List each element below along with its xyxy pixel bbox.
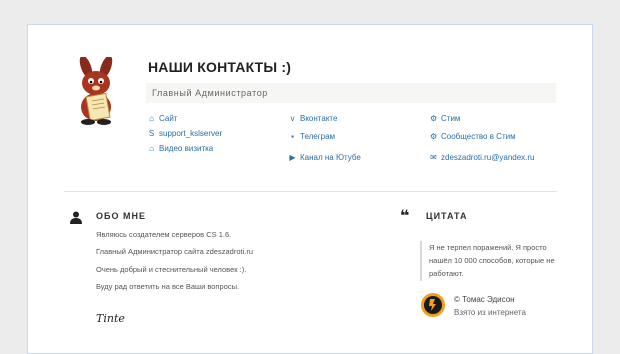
mail-icon: ✉ bbox=[430, 153, 437, 162]
about-line: Очень добрый и стеснительный человек :). bbox=[96, 265, 247, 274]
home-icon: ⌂ bbox=[149, 144, 154, 153]
divider bbox=[64, 191, 557, 192]
skype-icon: S bbox=[148, 129, 155, 138]
quote-text: Я не терпел поражений. Я просто нашёл 10… bbox=[429, 243, 555, 278]
author-avatar bbox=[421, 293, 445, 322]
telegram-icon: ▪ bbox=[291, 132, 294, 141]
quote-bar bbox=[420, 241, 422, 281]
link-email[interactable]: ✉ zdeszadroti.ru@yandex.ru bbox=[430, 153, 534, 162]
vk-icon: v bbox=[290, 114, 295, 123]
about-line: Буду рад ответить на все Ваши вопросы. bbox=[96, 282, 240, 291]
quote-author: © Томас Эдисон bbox=[454, 295, 515, 304]
steam-icon: ⚙ bbox=[430, 132, 438, 141]
link-youtube[interactable]: ▶ Канал на Ютубе bbox=[289, 153, 360, 162]
mascot-avatar bbox=[66, 55, 126, 127]
quote-icon: ❝ bbox=[400, 208, 410, 225]
link-site[interactable]: ⌂ Сайт bbox=[148, 114, 177, 123]
quote-heading: ЦИТАТА bbox=[426, 211, 468, 221]
home-icon: ⌂ bbox=[149, 114, 154, 123]
link-steam-community[interactable]: ⚙ Сообщество в Стим bbox=[430, 132, 516, 141]
link-telegram[interactable]: ▪ Телеграм bbox=[289, 132, 335, 141]
page-title: НАШИ КОНТАКТЫ :) bbox=[148, 59, 292, 75]
link-vk[interactable]: v Вконтакте bbox=[289, 114, 338, 123]
contacts-card: НАШИ КОНТАКТЫ :) Главный Администратор ⌂… bbox=[27, 24, 593, 354]
youtube-icon: ▶ bbox=[289, 153, 296, 162]
quote-source: Взято из интернета bbox=[454, 308, 526, 317]
about-line: Являюсь создателем серверов CS 1.6. bbox=[96, 230, 232, 239]
link-steam[interactable]: ⚙ Стим bbox=[430, 114, 460, 123]
link-video[interactable]: ⌂ Видео визитка bbox=[148, 144, 213, 153]
steam-icon: ⚙ bbox=[430, 114, 438, 123]
link-skype[interactable]: S support_kslserver bbox=[148, 129, 222, 138]
about-heading: ОБО МНЕ bbox=[96, 211, 146, 221]
role-bar: Главный Администратор bbox=[146, 83, 556, 103]
signature: Tinte bbox=[96, 312, 125, 325]
user-icon bbox=[70, 211, 82, 229]
about-line: Главный Администратор сайта zdeszadroti.… bbox=[96, 247, 253, 256]
